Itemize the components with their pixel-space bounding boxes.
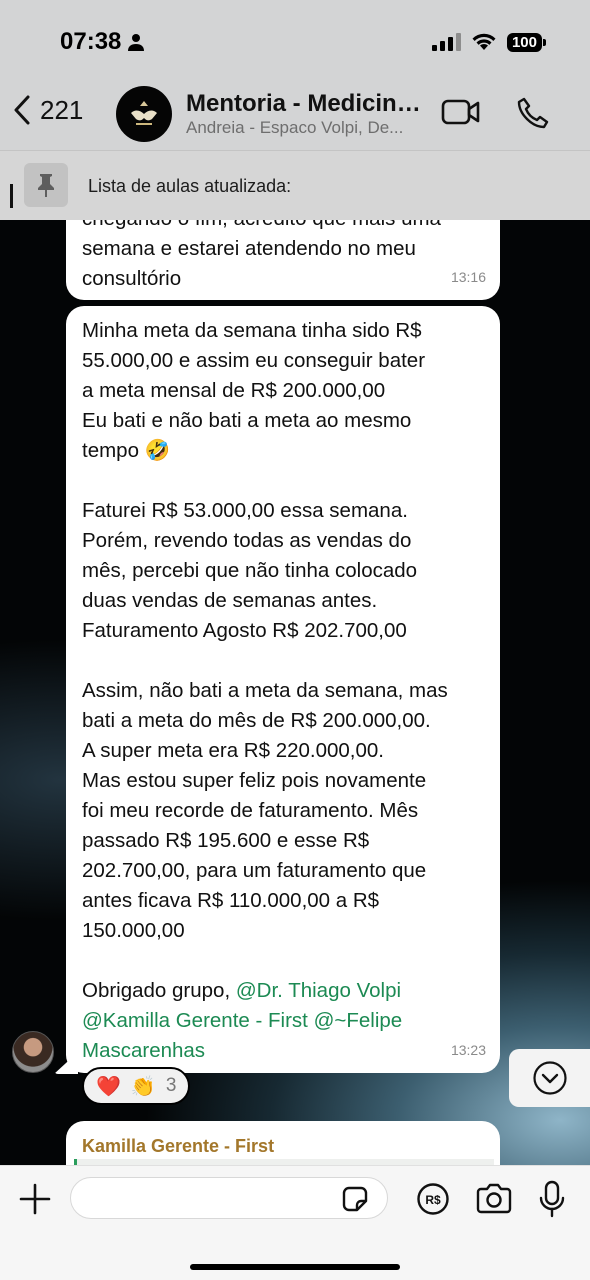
message-line: Porém, revendo todas as vendas do <box>82 529 412 552</box>
status-icons: 100 <box>431 32 547 52</box>
microphone-icon[interactable] <box>538 1180 566 1218</box>
message-line: A super meta era R$ 220.000,00. <box>82 739 385 762</box>
heart-reaction-icon: ❤️ <box>96 1075 121 1098</box>
scroll-to-bottom-button[interactable] <box>509 1049 590 1107</box>
chat-participants[interactable]: Andreia - Espaco Volpi, De... <box>186 118 431 138</box>
mention-link-continued[interactable]: Mascarenhas <box>82 1039 205 1062</box>
wifi-icon <box>472 33 496 50</box>
video-call-icon[interactable] <box>441 96 481 128</box>
back-button[interactable]: 221 <box>12 94 83 126</box>
mention-link[interactable]: @Dr. Thiago Volpi <box>236 979 401 1002</box>
mention-link[interactable]: @Kamilla Gerente - First <box>82 1009 308 1032</box>
message-time: 13:23 <box>450 1042 486 1058</box>
pinned-text: Lista de aulas atualizada: <box>88 176 292 196</box>
person-icon <box>128 34 145 51</box>
group-avatar[interactable] <box>116 86 172 142</box>
message-line: bati a meta do mês de R$ 200.000,00. <box>82 709 431 732</box>
chevron-down-icon <box>532 1061 567 1095</box>
message-line: Mas estou super feliz pois novamente <box>82 769 427 792</box>
pinned-message-overlay: Lista de aulas atualizada: <box>0 150 590 220</box>
message-line: consultório <box>82 267 182 290</box>
message-bubble-main[interactable]: Minha meta da semana tinha sido R$ 55.00… <box>66 306 500 1073</box>
reactions-pill[interactable]: ❤️ 👏 3 <box>82 1067 191 1105</box>
message-line: foi meu recorde de faturamento. Mês <box>82 799 419 822</box>
message-line: Assim, não bati a meta da semana, mas <box>82 679 448 702</box>
message-line: Minha meta da semana tinha sido R$ <box>82 319 422 342</box>
message-line: tempo 🤣 <box>82 439 171 462</box>
message-line: Mascarenhas <box>82 1036 484 1066</box>
message-line: Faturamento Agosto R$ 202.700,00 <box>82 619 407 642</box>
reaction-count: 3 <box>165 1075 177 1096</box>
sticker-icon[interactable] <box>340 1184 370 1214</box>
clap-reaction-icon: 👏 <box>130 1075 156 1098</box>
status-time: 07:38 <box>60 28 145 56</box>
pinned-indicator <box>10 184 13 208</box>
message-line: antes ficava R$ 110.000,00 a R$ <box>82 889 380 912</box>
group-logo-icon <box>131 101 157 125</box>
message-line: Eu bati e não bati a meta ao mesmo <box>82 409 412 432</box>
top-bar: 07:38 100 221 Mentoria - Medicina... And… <box>0 0 590 150</box>
thanks-text: Obrigado grupo, <box>82 979 236 1002</box>
message-line: 202.700,00, para um faturamento que <box>82 859 427 882</box>
message-line: Obrigado grupo, @Dr. Thiago Volpi <box>82 976 484 1006</box>
sender-name[interactable]: Kamilla Gerente - First <box>82 1136 274 1156</box>
back-chevron-icon <box>14 95 30 125</box>
clock: 07:38 <box>60 28 122 55</box>
plus-icon[interactable] <box>18 1182 52 1216</box>
message-line: passado R$ 195.600 e esse R$ <box>82 829 370 852</box>
camera-icon[interactable] <box>475 1182 513 1216</box>
message-line: semana e estarei atendendo no meu <box>82 237 416 260</box>
svg-text:R$: R$ <box>425 1193 441 1207</box>
message-line: 55.000,00 e assim eu conseguir bater <box>82 349 426 372</box>
message-line: Faturei R$ 53.000,00 essa semana. <box>82 499 408 522</box>
message-time: 13:16 <box>450 269 486 285</box>
pin-icon <box>24 163 68 207</box>
chat-title[interactable]: Mentoria - Medicina... <box>186 90 426 118</box>
message-line: duas vendas de semanas antes. <box>82 589 378 612</box>
signal-icon <box>431 33 461 51</box>
message-line: @Kamilla Gerente - First @~Felipe <box>82 1006 484 1036</box>
composer-bar: R$ <box>0 1165 590 1280</box>
mention-link[interactable]: @~Felipe <box>314 1009 403 1032</box>
payment-icon[interactable]: R$ <box>416 1182 450 1216</box>
message-line: mês, percebi que não tinha colocado <box>82 559 418 582</box>
unread-count: 221 <box>40 94 84 125</box>
phone-icon[interactable] <box>516 96 550 130</box>
sender-avatar[interactable] <box>12 1031 54 1073</box>
message-line: 150.000,00 <box>82 919 185 942</box>
message-line: a meta mensal de R$ 200.000,00 <box>82 379 386 402</box>
battery-icon: 100 <box>506 32 547 52</box>
home-indicator <box>190 1264 400 1270</box>
